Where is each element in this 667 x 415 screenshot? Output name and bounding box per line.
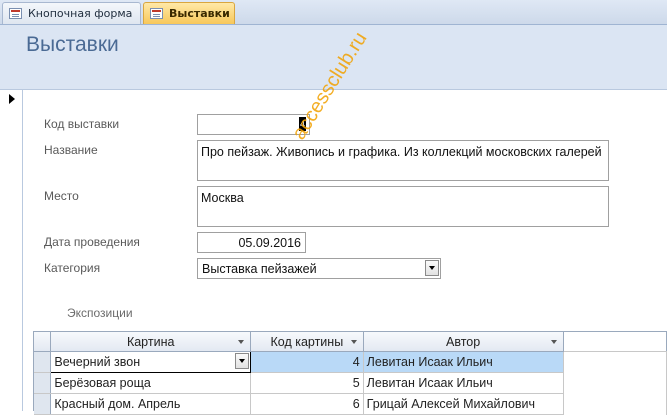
blank-cell [563,351,667,373]
category-combobox[interactable]: Выставка пейзажей [197,258,441,279]
row-selector[interactable] [34,372,52,394]
author-cell[interactable]: Грицай Алексей Михайлович [363,393,564,415]
sort-arrow-icon[interactable] [350,340,357,344]
record-selector[interactable] [0,90,23,411]
column-header-picture[interactable]: Картина [50,332,251,352]
row-selector[interactable] [34,393,52,415]
document-tab-strip: Кнопочная форма Выставки [0,0,667,25]
chevron-down-icon[interactable] [235,353,249,369]
chevron-down-icon[interactable] [425,260,439,276]
picture-code-cell[interactable]: 4 [250,351,364,373]
form-icon [9,8,22,19]
empty-header-space [563,332,667,352]
picture-cell[interactable]: Берёзовая роща [50,372,251,394]
author-cell[interactable]: Левитан Исаак Ильич [363,351,564,373]
code-label: Код выставки [44,117,120,131]
tab-exhibitions[interactable]: Выставки [143,2,235,24]
place-label: Место [44,189,79,203]
form-icon [150,8,163,19]
picture-code-cell[interactable]: 5 [250,372,364,394]
tab-switchboard-form[interactable]: Кнопочная форма [2,2,141,24]
page-title: Выставки [26,33,119,56]
category-label: Категория [44,261,101,275]
table-row[interactable]: Вечерний звон 4 Левитан Исаак Ильич [34,351,667,373]
sort-arrow-icon[interactable] [238,340,244,344]
select-all-corner[interactable] [34,332,52,352]
grid-header-row: Картина Код картины Автор [34,332,667,352]
date-field[interactable]: 05.09.2016 [197,232,306,253]
current-record-arrow-icon [9,94,15,104]
place-field[interactable]: Москва [197,186,609,227]
column-header-author[interactable]: Автор [363,332,564,352]
tab-label: Кнопочная форма [28,7,133,20]
table-row[interactable]: Берёзовая роща 5 Левитан Исаак Ильич [34,372,667,394]
tab-label: Выставки [169,7,230,20]
date-label: Дата проведения [44,235,140,249]
picture-cell[interactable]: Красный дом. Апрель [50,393,251,415]
picture-cell[interactable]: Вечерний звон [50,351,251,373]
name-field[interactable]: Про пейзаж. Живопись и графика. Из колле… [197,140,609,181]
picture-code-cell[interactable]: 6 [250,393,364,415]
subform-label: Экспозиции [67,306,133,320]
sort-arrow-icon[interactable] [550,340,557,344]
row-selector[interactable] [34,351,52,373]
expositions-datasheet: Картина Код картины Автор Вечерний звон … [33,331,667,415]
author-cell[interactable]: Левитан Исаак Ильич [363,372,564,394]
name-label: Название [44,143,98,157]
column-header-picture-code[interactable]: Код картины [250,332,364,352]
blank-cell [563,372,667,394]
blank-cell [563,393,667,415]
table-row[interactable]: Красный дом. Апрель 6 Грицай Алексей Мих… [34,393,667,415]
category-value: Выставка пейзажей [202,262,317,276]
